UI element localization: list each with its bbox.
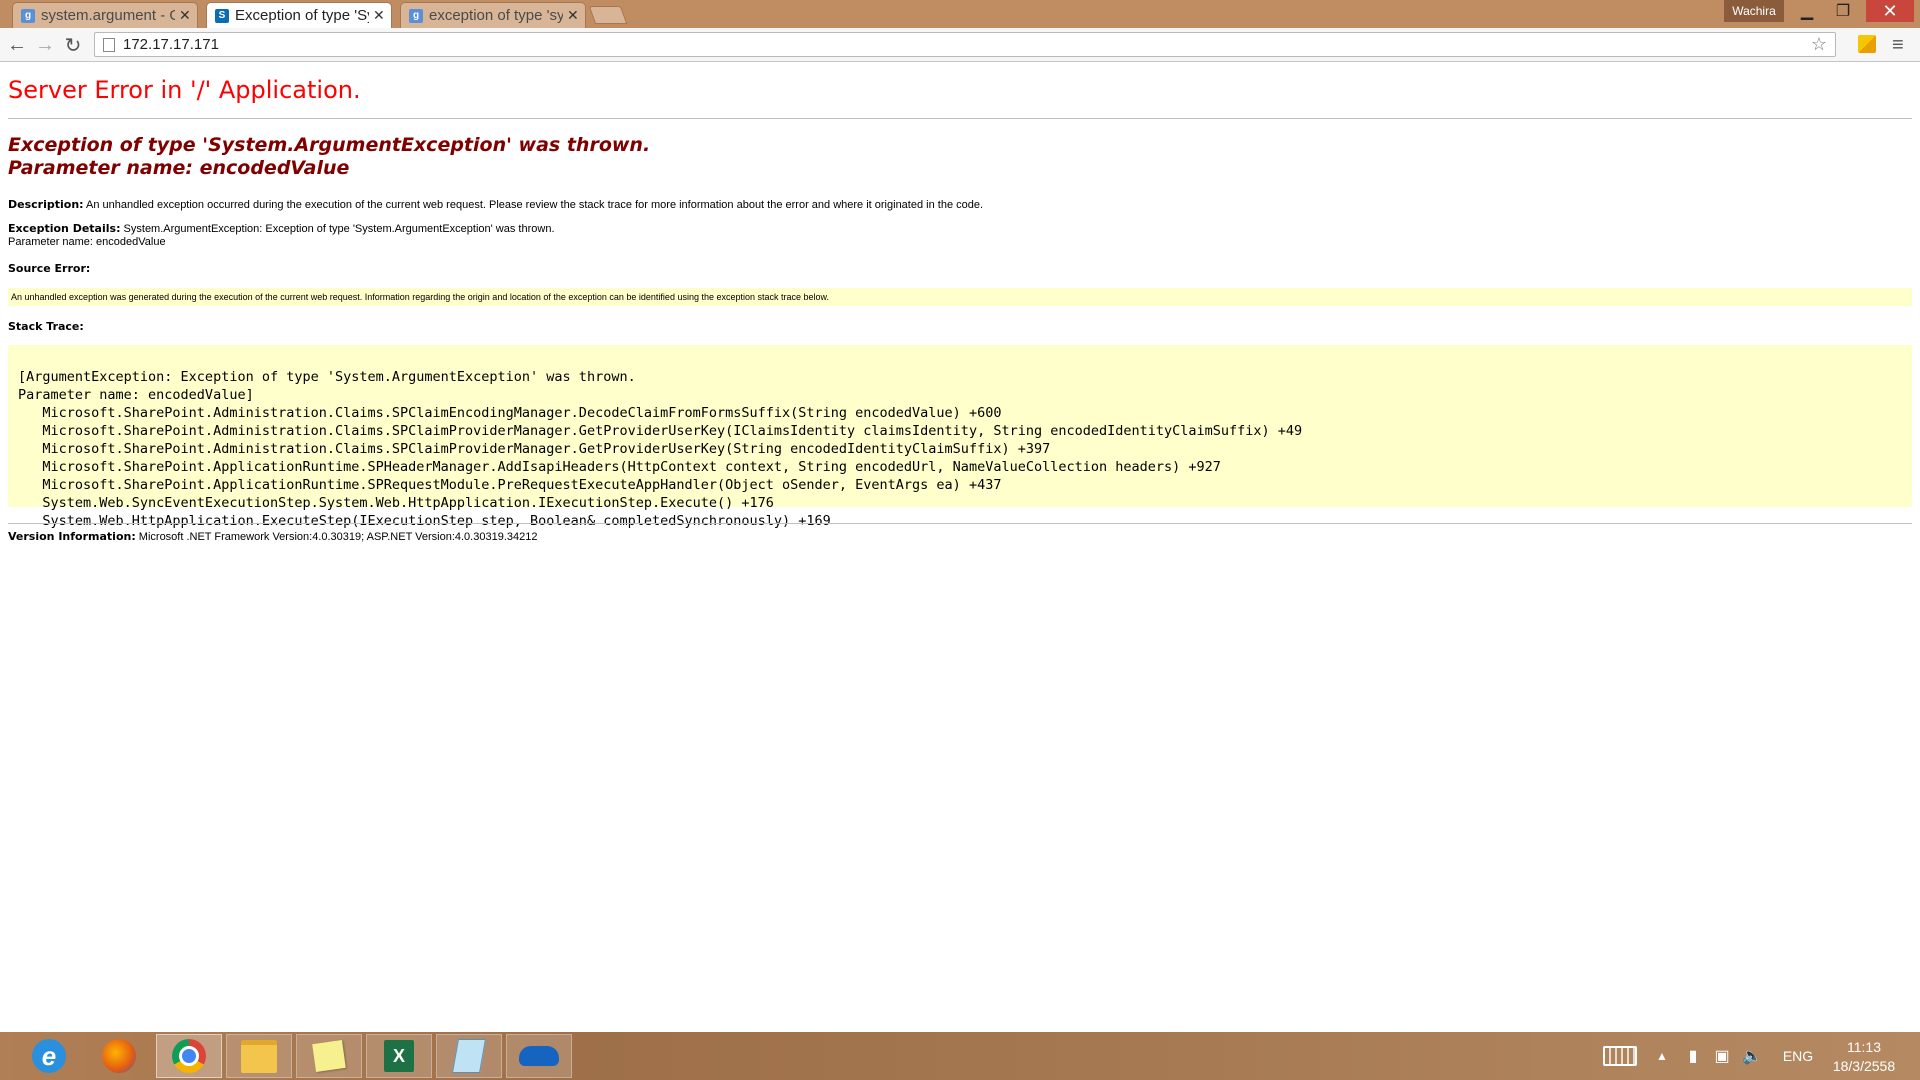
menu-icon[interactable]: ≡ (1892, 34, 1904, 57)
tab-3[interactable]: g exception of type 'sy ✕ (400, 2, 586, 28)
taskbar-sticky-notes[interactable] (296, 1034, 362, 1078)
maximize-button[interactable]: ❐ (1826, 0, 1860, 22)
language-indicator[interactable]: ENG (1776, 1032, 1820, 1080)
touch-keyboard-icon[interactable] (1598, 1032, 1642, 1080)
divider (8, 523, 1912, 524)
close-icon[interactable]: ✕ (179, 7, 191, 24)
browser-toolbar: ← → ↻ 172.17.17.171 ☆ ≡ (0, 28, 1920, 62)
address-bar[interactable]: 172.17.17.171 ☆ (94, 32, 1836, 57)
sharepoint-icon: S (215, 8, 229, 23)
clock-date: 18/3/2558 (1832, 1058, 1896, 1074)
stack-line: System.Web.HttpApplication.ExecuteStep(I… (18, 513, 831, 529)
volume-icon[interactable]: 🔈 (1740, 1032, 1764, 1080)
stack-trace-box: [ArgumentException: Exception of type 'S… (8, 345, 1912, 529)
taskbar: e X ▲ ▮ ▣ 🔈 ENG 11:13 18/3/2558 (0, 1032, 1920, 1080)
close-icon[interactable]: ✕ (373, 7, 385, 24)
reload-icon: ↻ (64, 34, 82, 57)
page-icon (103, 37, 115, 52)
taskbar-excel[interactable]: X (366, 1034, 432, 1078)
exception-details-param: Parameter name: encodedValue (8, 236, 166, 248)
exception-heading: Exception of type 'System.ArgumentExcept… (8, 134, 650, 180)
exception-details-section: Exception Details: System.ArgumentExcept… (8, 222, 555, 249)
google-icon: g (21, 8, 35, 23)
close-window-button[interactable]: ✕ (1866, 0, 1914, 22)
sticky-notes-icon (312, 1040, 346, 1072)
description-label: Description: (8, 198, 84, 211)
page-content: Server Error in '/' Application. Excepti… (0, 62, 1920, 1032)
tab-title: exception of type 'sy (429, 7, 563, 24)
arrow-left-icon: ← (7, 33, 27, 56)
new-tab-button[interactable] (588, 6, 628, 24)
tab-title: system.argument - G (41, 7, 175, 24)
version-label: Version Information: (8, 530, 136, 543)
stack-line: Microsoft.SharePoint.Administration.Clai… (18, 441, 1051, 457)
battery-icon[interactable]: ▮ (1682, 1032, 1704, 1080)
chrome-icon (172, 1039, 206, 1073)
page-title: Server Error in '/' Application. (8, 76, 361, 104)
show-hidden-icons-button[interactable]: ▲ (1652, 1032, 1672, 1080)
stack-line: Microsoft.SharePoint.Administration.Clai… (18, 423, 1303, 439)
taskbar-chrome[interactable] (156, 1034, 222, 1078)
file-explorer-icon (241, 1039, 277, 1073)
source-error-box: An unhandled exception was generated dur… (8, 288, 1912, 306)
taskbar-file-explorer[interactable] (226, 1034, 292, 1078)
forward-button[interactable]: → (32, 32, 58, 58)
source-error-section: Source Error: (8, 262, 90, 276)
excel-icon: X (384, 1040, 414, 1072)
google-icon: g (409, 8, 423, 23)
user-profile-button[interactable]: Wachira (1724, 0, 1784, 22)
clock[interactable]: 11:13 18/3/2558 (1818, 1038, 1910, 1076)
firefox-icon (102, 1039, 136, 1073)
divider (8, 118, 1912, 119)
network-icon[interactable]: ▣ (1710, 1032, 1734, 1080)
taskbar-onedrive[interactable] (506, 1034, 572, 1078)
browser-titlebar: g system.argument - G ✕ S Exception of t… (0, 0, 1920, 28)
clock-time: 11:13 (1847, 1039, 1881, 1055)
exception-details-text: System.ArgumentException: Exception of t… (123, 223, 555, 235)
tab-title: Exception of type 'Sy (235, 7, 369, 24)
stack-trace-label: Stack Trace: (8, 320, 84, 333)
stack-line: Parameter name: encodedValue] (18, 387, 254, 403)
exception-line: Exception of type 'System.ArgumentExcept… (8, 134, 651, 156)
stack-line: Microsoft.SharePoint.Administration.Clai… (18, 405, 1002, 421)
stack-line: [ArgumentException: Exception of type 'S… (18, 369, 636, 385)
stack-line: Microsoft.SharePoint.ApplicationRuntime.… (18, 477, 1002, 493)
parameter-line: Parameter name: encodedValue (8, 157, 350, 179)
stack-line: Microsoft.SharePoint.ApplicationRuntime.… (18, 459, 1221, 475)
version-text: Microsoft .NET Framework Version:4.0.303… (138, 531, 538, 543)
reload-button[interactable]: ↻ (60, 32, 86, 58)
close-icon[interactable]: ✕ (567, 7, 579, 24)
tab-2[interactable]: S Exception of type 'Sy ✕ (206, 2, 392, 28)
taskbar-notepad[interactable] (436, 1034, 502, 1078)
extension-icon[interactable] (1858, 35, 1876, 53)
stack-line: System.Web.SyncEventExecutionStep.System… (18, 495, 774, 511)
tab-1[interactable]: g system.argument - G ✕ (12, 2, 198, 28)
minimize-button[interactable]: ▁ (1790, 0, 1824, 22)
stack-trace-section: Stack Trace: (8, 320, 84, 334)
version-section: Version Information: Microsoft .NET Fram… (8, 530, 537, 544)
exception-details-label: Exception Details: (8, 222, 121, 235)
description-text: An unhandled exception occurred during t… (86, 199, 984, 211)
notepad-icon (452, 1039, 486, 1073)
onedrive-icon (519, 1046, 559, 1066)
url-text[interactable]: 172.17.17.171 (123, 36, 1811, 53)
source-error-label: Source Error: (8, 262, 91, 275)
description-section: Description: An unhandled exception occu… (8, 198, 983, 212)
back-button[interactable]: ← (4, 32, 30, 58)
taskbar-firefox[interactable] (86, 1034, 152, 1078)
arrow-right-icon: → (35, 33, 55, 56)
taskbar-internet-explorer[interactable]: e (16, 1034, 82, 1078)
internet-explorer-icon: e (32, 1039, 66, 1073)
bookmark-star-icon[interactable]: ☆ (1811, 34, 1827, 55)
